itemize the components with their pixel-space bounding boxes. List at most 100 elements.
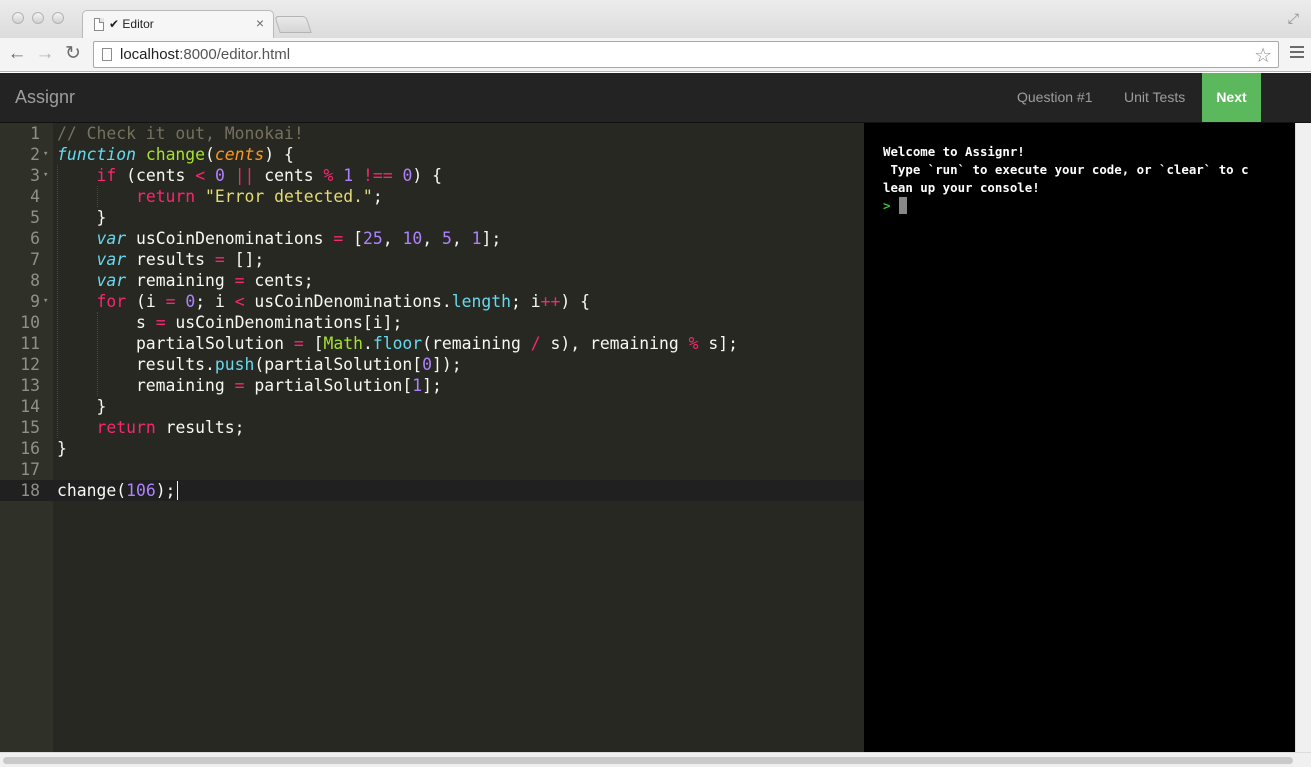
code-token: (cents (116, 166, 196, 185)
code-token: !== (363, 166, 393, 185)
vertical-scrollbar[interactable] (1295, 123, 1311, 752)
url-text[interactable]: localhost:8000/editor.html (120, 46, 290, 63)
code-token: floor (372, 334, 423, 353)
code-line[interactable]: 2 ▾ function change(cents) { (0, 144, 864, 165)
brand-logo[interactable]: Assignr (15, 87, 75, 108)
code-text: return results; (57, 417, 244, 438)
forward-arrow-icon[interactable]: → (34, 42, 56, 66)
code-line[interactable]: 1 // Check it out, Monokai! (0, 123, 864, 144)
code-text: results.push(partialSolution[0]); (57, 354, 462, 375)
line-number: 15 (20, 418, 40, 437)
code-text: var results = []; (57, 249, 264, 270)
console-line: lean up your console! (883, 180, 1040, 195)
line-number: 8 (30, 271, 40, 290)
code-line[interactable]: 15 return results; (0, 417, 864, 438)
minimize-window-button[interactable] (32, 12, 44, 24)
code-line[interactable]: 12 results.push(partialSolution[0]); (0, 354, 864, 375)
back-arrow-icon[interactable]: ← (6, 42, 28, 66)
code-line[interactable]: 6 var usCoinDenominations = [25, 10, 5, … (0, 228, 864, 249)
code-text: } (57, 207, 106, 228)
close-window-button[interactable] (12, 12, 24, 24)
code-token: (remaining (422, 334, 531, 353)
code-token: % (688, 334, 699, 353)
code-token: s (57, 313, 156, 332)
code-token: cents; (244, 271, 314, 290)
code-token: ( (205, 145, 215, 164)
code-token: = (234, 376, 245, 395)
code-token: results. (57, 355, 215, 374)
nav-unit-tests-link[interactable]: Unit Tests (1124, 73, 1185, 122)
console-panel[interactable]: Welcome to Assignr! Type `run` to execut… (864, 123, 1295, 752)
code-token: 25 (362, 229, 383, 248)
code-line[interactable]: 8 var remaining = cents; (0, 270, 864, 291)
code-line[interactable]: 14 } (0, 396, 864, 417)
code-editor[interactable]: 1// Check it out, Monokai! 2 ▾ function cha… (0, 123, 864, 752)
code-line[interactable]: 9 ▾ for (i = 0; i < usCoinDenominations.l… (0, 291, 864, 312)
code-token: 0 (214, 166, 225, 185)
code-line[interactable]: 16} (0, 438, 864, 459)
code-token: = (234, 271, 245, 290)
code-token: Math (323, 334, 363, 353)
code-line[interactable]: 7 var results = []; (0, 249, 864, 270)
bookmark-star-icon[interactable]: ☆ (1254, 43, 1272, 68)
code-text: // Check it out, Monokai! (57, 123, 304, 144)
line-number: 18 (20, 481, 40, 500)
code-token: cents (214, 145, 265, 164)
code-line[interactable]: 11 partialSolution = [Math.floor(remaini… (0, 333, 864, 354)
nav-question-link[interactable]: Question #1 (1017, 73, 1093, 122)
fullscreen-icon[interactable]: ⤢ (1288, 10, 1299, 27)
code-token: } (57, 397, 107, 416)
line-number: 17 (20, 460, 40, 479)
line-number: 7 (30, 250, 40, 269)
zoom-window-button[interactable] (52, 12, 64, 24)
line-number: 13 (20, 376, 40, 395)
code-line[interactable]: 17 (0, 459, 864, 480)
next-button[interactable]: Next (1202, 73, 1261, 122)
horizontal-scrollbar[interactable] (0, 752, 1311, 767)
line-number: 10 (20, 313, 40, 332)
browser-menu-icon[interactable] (1290, 46, 1304, 62)
code-line[interactable]: 4 return "Error detected."; (0, 186, 864, 207)
code-token: < (234, 292, 245, 311)
code-line[interactable]: 10 s = usCoinDenominations[i]; (0, 312, 864, 333)
code-token: , (382, 229, 403, 248)
browser-tab[interactable]: ✔ Editor × (82, 10, 274, 38)
code-token: usCoinDenominations[i]; (165, 313, 403, 332)
tab-close-icon[interactable]: × (256, 15, 264, 31)
fold-toggle-icon[interactable]: ▾ (43, 144, 48, 165)
reload-icon[interactable]: ↻ (62, 42, 84, 66)
code-token: 1 (343, 166, 354, 185)
tab-title: ✔ Editor (109, 17, 154, 31)
code-token: 0 (402, 166, 413, 185)
horizontal-scrollbar-thumb[interactable] (3, 757, 1293, 764)
address-bar[interactable]: localhost:8000/editor.html ☆ (93, 41, 1279, 68)
line-number: 11 (20, 334, 40, 353)
code-text: var usCoinDenominations = [25, 10, 5, 1]… (57, 228, 501, 249)
fold-toggle-icon[interactable]: ▾ (43, 291, 48, 312)
code-line[interactable]: 3 ▾ if (cents < 0 || cents % 1 !== 0) { (0, 165, 864, 186)
code-text: partialSolution = [Math.floor(remaining … (57, 333, 738, 354)
code-text: } (57, 396, 106, 417)
code-token: } (57, 439, 67, 458)
code-line[interactable]: 5 } (0, 207, 864, 228)
console-cursor[interactable] (899, 197, 907, 214)
code-line[interactable]: 18 change(106); (0, 480, 864, 501)
code-token: , (422, 229, 442, 248)
code-token: if (96, 166, 117, 185)
code-token: || (234, 166, 255, 185)
code-token: / (530, 334, 541, 353)
new-tab-button[interactable] (274, 16, 312, 33)
browser-toolbar: ← → ↻ localhost:8000/editor.html ☆ (0, 38, 1311, 72)
code-text: var remaining = cents; (57, 270, 314, 291)
code-text: change(106); (57, 480, 175, 501)
code-line[interactable]: 13 remaining = partialSolution[1]; (0, 375, 864, 396)
code-token: , (451, 229, 472, 248)
code-token: } (57, 208, 107, 227)
code-token: (i (126, 292, 166, 311)
code-text: return "Error detected."; (57, 186, 383, 207)
fold-toggle-icon[interactable]: ▾ (43, 165, 48, 186)
browser-titlebar: ✔ Editor × ⤢ (0, 0, 1311, 38)
